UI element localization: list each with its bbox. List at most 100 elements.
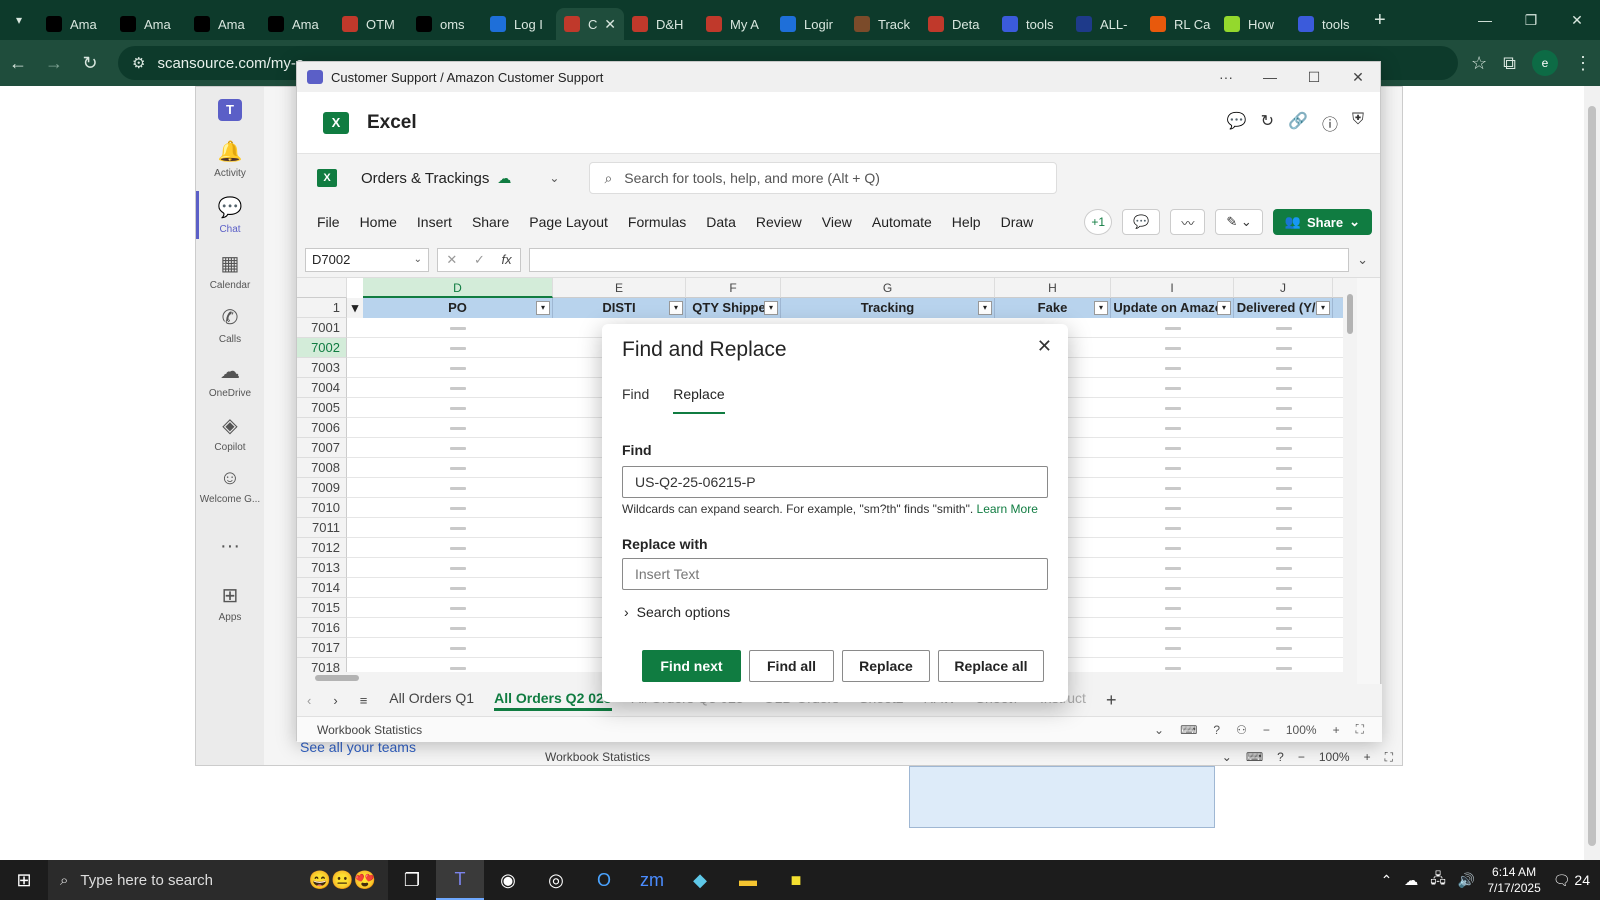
browser-tab[interactable]: My A xyxy=(698,8,772,40)
zoom-out-icon[interactable]: − xyxy=(1298,750,1305,764)
volume-icon[interactable]: 🔊 xyxy=(1458,872,1475,889)
close-icon[interactable]: ✕ xyxy=(1554,12,1600,29)
menu-item[interactable]: Help xyxy=(952,214,981,230)
feedback-icon[interactable]: ⚇ xyxy=(1236,723,1247,737)
table-header-cell[interactable]: Update on Amazon ▾ xyxy=(1111,298,1234,318)
fullscreen-icon[interactable]: ⛶ xyxy=(1356,722,1364,737)
menu-item[interactable]: Automate xyxy=(872,214,932,230)
row-header[interactable]: 7004 xyxy=(297,378,347,398)
table-header-cell[interactable]: Delivered (Y/N) ▾ xyxy=(1234,298,1333,318)
bookmark-star-icon[interactable]: ☆ xyxy=(1471,53,1487,74)
menu-item[interactable]: View xyxy=(822,214,852,230)
editing-mode-icon[interactable]: ✎ ⌄ xyxy=(1215,209,1263,235)
tab-replace[interactable]: Replace xyxy=(673,386,725,414)
filter-dropdown-icon[interactable]: ▾ xyxy=(536,301,550,315)
rail-item[interactable]: ▦ Calendar xyxy=(196,251,264,291)
row-header[interactable]: 7003 xyxy=(297,358,347,378)
row-header[interactable]: 7018 xyxy=(297,658,347,672)
onedrive-icon[interactable]: ☁ xyxy=(1404,872,1418,889)
extensions-icon[interactable]: ⧉ xyxy=(1503,53,1516,74)
browser-tab[interactable]: RL Ca xyxy=(1142,8,1216,40)
rail-item[interactable]: ⊞ Apps xyxy=(196,583,264,623)
column-header[interactable]: G xyxy=(781,278,995,298)
keyboard-icon[interactable]: ⌨ xyxy=(1246,750,1263,764)
menu-item[interactable]: Draw xyxy=(1001,214,1034,230)
windows-start-icon[interactable]: ⊞ xyxy=(0,870,48,891)
filter-dropdown-icon[interactable]: ▾ xyxy=(978,301,992,315)
row-header[interactable]: 7005 xyxy=(297,398,347,418)
page-scrollbar-thumb[interactable] xyxy=(1588,106,1596,846)
filter-dropdown-icon[interactable]: ▾ xyxy=(1217,301,1231,315)
all-sheets-icon[interactable]: ≡ xyxy=(360,693,368,708)
zoom-out-icon[interactable]: − xyxy=(1263,723,1270,737)
browser-menu-icon[interactable]: ⋮ xyxy=(1574,53,1592,74)
browser-tab[interactable]: Ama xyxy=(186,8,260,40)
replace-all-button[interactable]: Replace all xyxy=(938,650,1044,682)
filter-dropdown-icon[interactable]: ▾ xyxy=(1316,301,1330,315)
new-tab-plus-icon[interactable]: + xyxy=(1374,9,1386,32)
fx-icon[interactable]: fx xyxy=(502,252,512,267)
row-header[interactable]: 7006 xyxy=(297,418,347,438)
cancel-x-icon[interactable]: ✕ xyxy=(446,252,457,268)
chrome-taskbar-icon[interactable]: ◉ xyxy=(484,860,532,900)
chevron-down-icon[interactable]: ⌄ xyxy=(1222,750,1232,764)
reload-icon[interactable]: ↻ xyxy=(72,53,108,74)
row-header[interactable]: 7007 xyxy=(297,438,347,458)
file-explorer-taskbar-icon[interactable]: ▬ xyxy=(724,860,772,900)
zoom-in-icon[interactable]: + xyxy=(1364,750,1371,764)
learn-more-link[interactable]: Learn More xyxy=(977,502,1038,516)
menu-item[interactable]: Share xyxy=(472,214,509,230)
table-header-cell[interactable]: QTY Shipped ▾ xyxy=(686,298,781,318)
replace-button[interactable]: Replace xyxy=(842,650,930,682)
browser-tab[interactable]: tools xyxy=(994,8,1068,40)
file-name[interactable]: Orders & Trackings xyxy=(361,170,489,187)
column-header[interactable]: H xyxy=(995,278,1111,298)
select-all-corner[interactable] xyxy=(297,278,347,298)
search-box[interactable]: ⌕ Search for tools, help, and more (Alt … xyxy=(589,162,1058,194)
chrome-profile-taskbar-icon[interactable]: ◎ xyxy=(532,860,580,900)
filter-dropdown-icon[interactable]: ▾ xyxy=(764,301,778,315)
restore-icon[interactable]: ❐ xyxy=(1508,12,1554,29)
forward-arrow-icon[interactable]: → xyxy=(36,53,72,74)
browser-tab[interactable]: Deta xyxy=(920,8,994,40)
browser-tab[interactable]: tools xyxy=(1290,8,1364,40)
chevron-down-icon[interactable]: ⌄ xyxy=(414,254,422,265)
app-diamond-taskbar-icon[interactable]: ◆ xyxy=(676,860,724,900)
browser-tab[interactable]: Ama xyxy=(38,8,112,40)
menu-item[interactable]: Formulas xyxy=(628,214,686,230)
find-all-button[interactable]: Find all xyxy=(749,650,834,682)
row-header[interactable]: 7017 xyxy=(297,638,347,658)
fullscreen-icon[interactable]: ⛶ xyxy=(1385,750,1393,765)
find-next-button[interactable]: Find next xyxy=(642,650,741,682)
page-scrollbar[interactable] xyxy=(1584,86,1600,860)
browser-tab[interactable]: OTM xyxy=(334,8,408,40)
browser-tab[interactable]: Ama xyxy=(112,8,186,40)
browser-tab[interactable]: Logir xyxy=(772,8,846,40)
menu-item[interactable]: Insert xyxy=(417,214,452,230)
rail-item[interactable]: 💬 Chat xyxy=(196,195,264,235)
clock[interactable]: 6:14 AM 7/17/2025 xyxy=(1487,864,1540,896)
filter-dropdown-icon[interactable]: ▾ xyxy=(1094,301,1108,315)
column-header[interactable]: E xyxy=(553,278,686,298)
grid-hscroll-thumb[interactable] xyxy=(315,675,359,681)
sticky-notes-taskbar-icon[interactable]: ■ xyxy=(772,860,820,900)
sheet-tab[interactable]: All Orders Q1 xyxy=(389,690,474,711)
sheet-tab[interactable]: All Orders Q2 025 xyxy=(494,690,612,711)
more-options-icon[interactable]: ··· xyxy=(1204,69,1248,86)
menu-item[interactable]: Review xyxy=(756,214,802,230)
row-header[interactable]: 7011 xyxy=(297,518,347,538)
task-view-icon[interactable]: ❐ xyxy=(388,860,436,900)
notification-count[interactable]: 🗨 24 xyxy=(1553,872,1590,889)
row-header[interactable]: 7008 xyxy=(297,458,347,478)
column-header[interactable]: J xyxy=(1234,278,1333,298)
info-icon[interactable]: ⓘ xyxy=(1322,111,1338,135)
workbook-statistics[interactable]: Workbook Statistics xyxy=(317,723,422,737)
browser-tab[interactable]: D&H xyxy=(624,8,698,40)
comments-icon[interactable]: 💬 xyxy=(1122,209,1161,235)
table-header-cell[interactable]: DISTI ▾ xyxy=(553,298,686,318)
add-sheet-icon[interactable]: + xyxy=(1106,690,1117,711)
rail-item[interactable]: ··· xyxy=(196,535,264,562)
header-row-number[interactable]: 1 xyxy=(297,298,347,318)
row-header[interactable]: 7012 xyxy=(297,538,347,558)
zoom-in-icon[interactable]: + xyxy=(1333,723,1340,737)
